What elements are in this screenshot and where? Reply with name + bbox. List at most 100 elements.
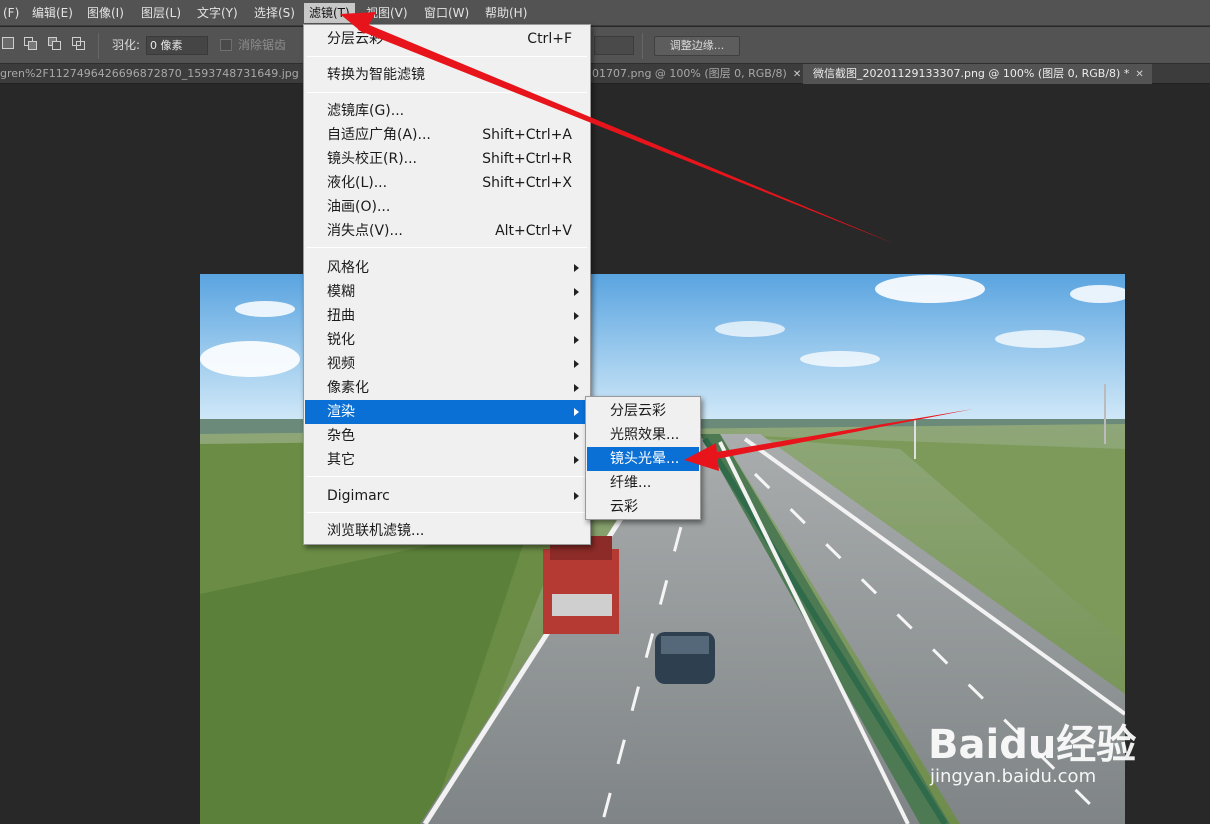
close-icon[interactable]: ✕ <box>793 69 801 80</box>
menu-item-label: 自适应广角(A)... <box>327 127 431 143</box>
feather-input[interactable]: 0 像素 <box>146 36 208 55</box>
filter-menu: 分层云彩 Ctrl+F 转换为智能滤镜 滤镜库(G)... 自适应广角(A)...… <box>303 24 591 545</box>
menu-image[interactable]: 图像(I) <box>82 3 129 23</box>
antialias-checkbox[interactable] <box>220 39 232 51</box>
watermark-url: jingyan.baidu.com <box>930 766 1097 787</box>
menu-separator <box>307 92 587 93</box>
menu-window[interactable]: 窗口(W) <box>419 3 474 23</box>
menu-item-distort[interactable]: 扭曲 <box>305 304 589 328</box>
render-submenu: 分层云彩 光照效果... 镜头光晕... 纤维... 云彩 <box>585 396 701 520</box>
menu-item-label: 转换为智能滤镜 <box>327 67 425 83</box>
submenu-item-lens-flare[interactable]: 镜头光晕... <box>587 447 699 471</box>
doc-tab-label: 01707.png @ 100% (图层 0, RGB/8) <box>592 67 787 80</box>
menu-type[interactable]: 文字(Y) <box>192 3 243 23</box>
menu-item-lens-correction[interactable]: 镜头校正(R)... Shift+Ctrl+R <box>305 147 589 171</box>
menu-item-blur[interactable]: 模糊 <box>305 280 589 304</box>
menu-item-label: 云彩 <box>610 499 638 515</box>
antialias-label: 消除锯齿 <box>238 38 287 52</box>
menu-item-label: 消失点(V)... <box>327 223 403 239</box>
doc-tab[interactable]: 01707.png @ 100% (图层 0, RGB/8) ✕ <box>592 64 802 84</box>
menu-item-label: 镜头光晕... <box>610 451 680 467</box>
watermark-brand: Baidu经验 <box>928 722 1137 768</box>
menu-item-label: 视频 <box>327 356 355 372</box>
submenu-item-clouds[interactable]: 云彩 <box>587 495 699 519</box>
submenu-arrow-icon <box>574 408 579 416</box>
menu-item-last-filter[interactable]: 分层云彩 Ctrl+F <box>305 27 589 51</box>
divider <box>98 33 99 59</box>
submenu-item-fibers[interactable]: 纤维... <box>587 471 699 495</box>
submenu-item-difference-clouds[interactable]: 分层云彩 <box>587 399 699 423</box>
menu-view[interactable]: 视图(V) <box>361 3 413 23</box>
submenu-arrow-icon <box>574 288 579 296</box>
menu-help[interactable]: 帮助(H) <box>480 3 532 23</box>
menu-item-label: 镜头校正(R)... <box>327 151 418 167</box>
close-icon[interactable]: ✕ <box>1135 69 1143 80</box>
menu-item-label: 分层云彩 <box>610 403 666 419</box>
menu-edit[interactable]: 编辑(E) <box>27 3 78 23</box>
menu-separator <box>307 56 587 57</box>
menu-item-render[interactable]: 渲染 <box>305 400 589 424</box>
menu-item-adaptive-wide-angle[interactable]: 自适应广角(A)... Shift+Ctrl+A <box>305 123 589 147</box>
menu-item-label: 像素化 <box>327 380 369 396</box>
subtract-from-selection-icon[interactable] <box>48 37 62 51</box>
menu-item-filter-gallery[interactable]: 滤镜库(G)... <box>305 99 589 123</box>
doc-tab-active[interactable]: 微信截图_20201129133307.png @ 100% (图层 0, RG… <box>803 64 1152 84</box>
menu-file[interactable]: (F) <box>0 3 24 23</box>
height-field[interactable] <box>594 36 634 55</box>
menu-item-label: 纤维... <box>610 475 652 491</box>
menu-select[interactable]: 选择(S) <box>249 3 300 23</box>
intersect-selection-icon[interactable] <box>72 37 86 51</box>
menu-item-label: 浏览联机滤镜... <box>327 523 425 539</box>
menu-filter[interactable]: 滤镜(T) <box>304 3 355 23</box>
menu-item-label: 风格化 <box>327 260 369 276</box>
menu-item-label: 模糊 <box>327 284 355 300</box>
menu-item-pixelate[interactable]: 像素化 <box>305 376 589 400</box>
doc-tab-label: gren%2F1127496426696872870_1593748731649… <box>0 67 300 80</box>
menu-item-label: 分层云彩 <box>327 31 383 47</box>
shortcut-label: Shift+Ctrl+R <box>482 151 572 167</box>
doc-tab[interactable]: gren%2F1127496426696872870_1593748731649… <box>0 64 300 84</box>
submenu-arrow-icon <box>574 312 579 320</box>
doc-tab-label: 微信截图_20201129133307.png @ 100% (图层 0, RG… <box>813 67 1130 80</box>
submenu-arrow-icon <box>574 360 579 368</box>
shortcut-label: Shift+Ctrl+X <box>482 175 572 191</box>
menu-item-other[interactable]: 其它 <box>305 448 589 472</box>
menu-item-stylize[interactable]: 风格化 <box>305 256 589 280</box>
document-tab-bar: gren%2F1127496426696872870_1593748731649… <box>0 64 1210 84</box>
menu-item-label: 液化(L)... <box>327 175 388 191</box>
menu-item-label: Digimarc <box>327 488 390 504</box>
menu-layer[interactable]: 图层(L) <box>136 3 186 23</box>
refine-edge-button[interactable]: 调整边缘... <box>654 36 740 56</box>
menu-item-sharpen[interactable]: 锐化 <box>305 328 589 352</box>
submenu-arrow-icon <box>574 456 579 464</box>
submenu-arrow-icon <box>574 336 579 344</box>
menu-item-video[interactable]: 视频 <box>305 352 589 376</box>
submenu-arrow-icon <box>574 492 579 500</box>
menu-item-convert-smart-filter[interactable]: 转换为智能滤镜 <box>305 63 589 87</box>
feather-label: 羽化: <box>112 38 141 52</box>
menu-item-label: 锐化 <box>327 332 355 348</box>
shortcut-label: Shift+Ctrl+A <box>482 127 572 143</box>
menu-item-label: 油画(O)... <box>327 199 391 215</box>
menu-item-browse-filters-online[interactable]: 浏览联机滤镜... <box>305 519 589 543</box>
shortcut-label: Ctrl+F <box>527 31 572 47</box>
menu-item-label: 渲染 <box>327 404 355 420</box>
submenu-item-lighting-effects[interactable]: 光照效果... <box>587 423 699 447</box>
menu-item-vanishing-point[interactable]: 消失点(V)... Alt+Ctrl+V <box>305 219 589 243</box>
menu-separator <box>307 247 587 248</box>
new-selection-icon[interactable] <box>2 37 16 51</box>
menu-item-label: 扭曲 <box>327 308 355 324</box>
add-to-selection-icon[interactable] <box>24 37 38 51</box>
menu-item-noise[interactable]: 杂色 <box>305 424 589 448</box>
submenu-arrow-icon <box>574 384 579 392</box>
menu-item-liquify[interactable]: 液化(L)... Shift+Ctrl+X <box>305 171 589 195</box>
menu-item-oil-paint[interactable]: 油画(O)... <box>305 195 589 219</box>
submenu-arrow-icon <box>574 264 579 272</box>
menu-separator <box>307 476 587 477</box>
menu-separator <box>307 512 587 513</box>
menu-item-label: 其它 <box>327 452 355 468</box>
submenu-arrow-icon <box>574 432 579 440</box>
divider <box>642 33 643 59</box>
shortcut-label: Alt+Ctrl+V <box>495 223 572 239</box>
menu-item-digimarc[interactable]: Digimarc <box>305 484 589 508</box>
